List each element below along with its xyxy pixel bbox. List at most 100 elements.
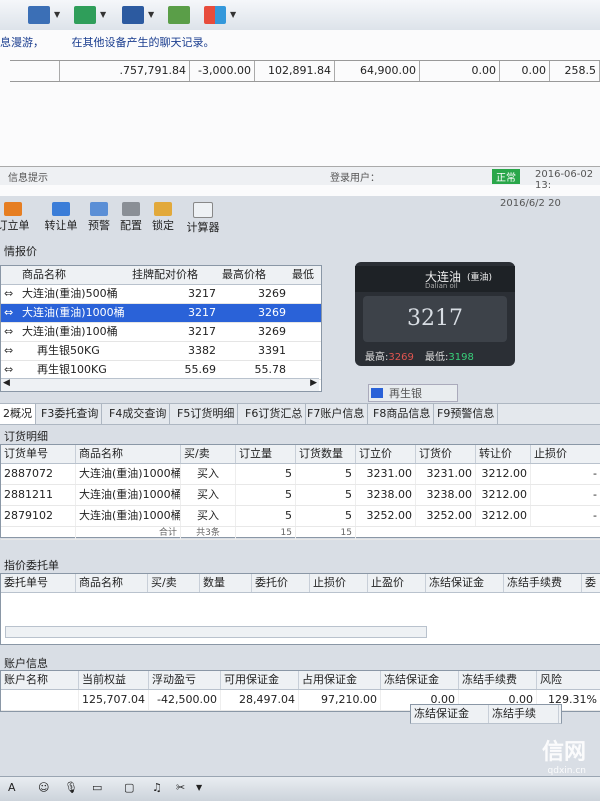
column-header[interactable]: 可用保证金 <box>221 671 299 689</box>
quote-high: 3269 <box>258 287 286 300</box>
limit-header-row: 委托单号 商品名称 买/卖 数量 委托价 止损价 止盈价 冻结保证金 冻结手续费… <box>1 574 600 593</box>
quote-row[interactable]: ⇔ 大连油(重油)100桶 3217 3269 <box>1 323 321 342</box>
column-header[interactable]: 当前权益 <box>79 671 149 689</box>
summary-cell: 102,891.84 <box>255 61 335 81</box>
row-arrow-icon: ⇔ <box>4 287 14 300</box>
column-header[interactable]: 商品名称 <box>76 445 181 463</box>
chevron-down-icon[interactable]: ▼ <box>100 10 106 19</box>
summary-cell: 258.5 <box>550 61 600 81</box>
order-product: 大连油(重油)1000桶 <box>76 506 181 526</box>
column-header[interactable]: 委 <box>582 574 600 592</box>
microphone-icon[interactable]: 🎙 <box>64 781 78 794</box>
column-header[interactable]: 浮动盈亏 <box>149 671 221 689</box>
quote-name: 再生银100KG <box>37 363 107 376</box>
scroll-left-icon[interactable]: ◀ <box>3 378 10 388</box>
tab-trade-query[interactable]: F4成交查询 <box>106 404 171 424</box>
column-header[interactable]: 账户名称 <box>1 671 79 689</box>
tab-order-details[interactable]: F5订货明细 <box>174 404 239 424</box>
tab-order-summary[interactable]: F6订货汇总 <box>242 404 307 424</box>
column-header[interactable]: 冻结手续费 <box>459 671 537 689</box>
quote-row[interactable]: ⇔ 再生银50KG 3382 3391 <box>1 342 321 361</box>
column-header[interactable]: 委托单号 <box>1 574 76 592</box>
chevron-down-icon[interactable]: ▼ <box>54 10 60 19</box>
column-header[interactable]: 订立价 <box>356 445 416 463</box>
emoji-icon[interactable]: ☺ <box>38 781 49 794</box>
chevron-down-icon[interactable]: ▼ <box>196 783 202 792</box>
column-header[interactable]: 订货数量 <box>296 445 356 463</box>
font-icon[interactable]: A <box>8 781 16 794</box>
column-header[interactable]: 最低 <box>289 266 319 284</box>
limit-orders-table: 委托单号 商品名称 买/卖 数量 委托价 止损价 止盈价 冻结保证金 冻结手续费… <box>0 573 600 645</box>
column-header[interactable]: 订货单号 <box>1 445 76 463</box>
apps-grid-icon[interactable] <box>204 6 226 24</box>
tab-account-info[interactable]: F7账户信息 <box>304 404 369 424</box>
column-header[interactable]: 订货价 <box>416 445 476 463</box>
horizontal-scrollbar[interactable]: ◀ ▶ <box>1 378 319 391</box>
quote-row-selected[interactable]: ⇔ 大连油(重油)1000桶 3217 3269 <box>1 304 321 323</box>
column-header[interactable]: 商品名称 <box>19 266 129 284</box>
column-header[interactable]: 最高价格 <box>219 266 289 284</box>
total-label: 合计 <box>76 527 181 539</box>
price-ticker-card: 大连油 (重油) Dalian oil 3217 最高:3269 最低:3198 <box>355 262 515 366</box>
tab-order-query[interactable]: F3委托查询 <box>38 404 103 424</box>
scroll-right-icon[interactable]: ▶ <box>310 378 317 388</box>
column-header[interactable]: 止损价 <box>310 574 368 592</box>
account-available-margin: 28,497.04 <box>221 690 299 710</box>
video-icon[interactable]: ▭ <box>92 781 102 794</box>
login-user-label: 登录用户： <box>330 173 380 184</box>
account-floating-pnl: -42,500.00 <box>149 690 221 710</box>
forward-icon[interactable] <box>74 6 96 24</box>
open-order-button[interactable]: 订立单 <box>0 200 38 236</box>
ticker-tag: (重油) <box>467 273 493 283</box>
scissors-icon[interactable]: ✂ <box>176 781 185 794</box>
column-header[interactable]: 转让价 <box>476 445 531 463</box>
quote-header-row: 商品名称 挂牌配对价格 最高价格 最低 <box>1 266 321 285</box>
tab-alert-info[interactable]: F9预警信息 <box>434 404 499 424</box>
order-stop-loss: - <box>531 485 600 505</box>
column-header[interactable]: 买/卖 <box>148 574 200 592</box>
tab-product-info[interactable]: F8商品信息 <box>370 404 435 424</box>
column-header[interactable]: 数量 <box>200 574 252 592</box>
image-icon[interactable]: ▢ <box>124 781 134 794</box>
quote-high: 3269 <box>258 325 286 338</box>
chevron-down-icon[interactable]: ▼ <box>148 10 154 19</box>
column-header[interactable]: 止盈价 <box>368 574 426 592</box>
summary-cell: -3,000.00 <box>190 61 255 81</box>
screen-icon[interactable] <box>122 6 144 24</box>
chevron-down-icon[interactable]: ▼ <box>230 10 236 19</box>
high-value: 3269 <box>388 352 414 363</box>
order-row[interactable]: 2887072 大连油(重油)1000桶 买入 5 5 3231.00 3231… <box>1 464 600 485</box>
order-qty: 5 <box>296 485 356 505</box>
order-id: 2887072 <box>1 464 76 484</box>
column-header[interactable]: 商品名称 <box>76 574 148 592</box>
column-header[interactable]: 冻结保证金 <box>411 705 489 723</box>
quote-row[interactable]: ⇔ 大连油(重油)500桶 3217 3269 <box>1 285 321 304</box>
tab-overview[interactable]: 2概况 <box>0 404 36 424</box>
column-header[interactable]: 委托价 <box>252 574 310 592</box>
add-message-icon[interactable] <box>168 6 190 24</box>
column-header[interactable]: 占用保证金 <box>299 671 381 689</box>
column-header[interactable]: 买/卖 <box>181 445 236 463</box>
function-tabs: 2概况 F3委托查询 F4成交查询 F5订货明细 F6订货汇总 F7账户信息 F… <box>0 403 600 425</box>
order-open-price: 3231.00 <box>356 464 416 484</box>
column-header[interactable]: 冻结保证金 <box>426 574 504 592</box>
column-header[interactable]: 订立量 <box>236 445 296 463</box>
column-header[interactable]: 止损价 <box>531 445 600 463</box>
column-header[interactable]: 冻结手续 <box>489 705 559 723</box>
music-icon[interactable]: ♫ <box>152 781 162 794</box>
horizontal-scrollbar[interactable] <box>5 626 427 638</box>
notice-text: 在其他设备产生的聊天记录。 <box>71 36 215 49</box>
account-summary-row: .757,791.84 -3,000.00 102,891.84 64,900.… <box>10 60 600 82</box>
extra-header-row: 冻结保证金 冻结手续 <box>410 704 562 724</box>
next-ticker-card[interactable]: 再生银 <box>368 384 458 402</box>
calculator-button[interactable]: 计算器 <box>178 200 228 236</box>
column-header[interactable]: 风险 <box>537 671 600 689</box>
column-header[interactable]: 冻结保证金 <box>381 671 459 689</box>
quote-price: 3217 <box>188 325 216 338</box>
order-row[interactable]: 2881211 大连油(重油)1000桶 买入 5 5 3238.00 3238… <box>1 485 600 506</box>
column-header[interactable]: 挂牌配对价格 <box>129 266 219 284</box>
monitor-icon[interactable] <box>28 6 50 24</box>
column-header[interactable]: 冻结手续费 <box>504 574 582 592</box>
low-label: 最低: <box>425 352 449 363</box>
order-row[interactable]: 2879102 大连油(重油)1000桶 买入 5 5 3252.00 3252… <box>1 506 600 527</box>
